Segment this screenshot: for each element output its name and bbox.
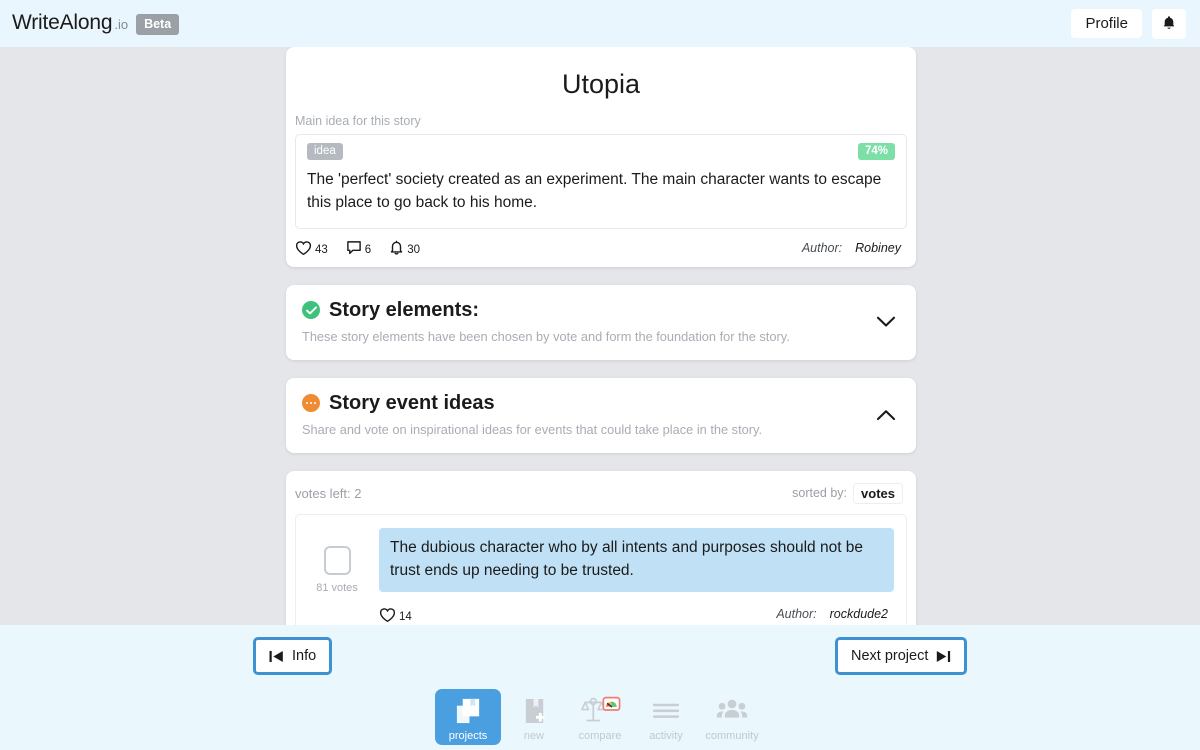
like-stat[interactable]: 43 xyxy=(295,240,328,256)
tab-activity[interactable]: activity xyxy=(633,689,699,745)
comment-stat[interactable]: 6 xyxy=(346,240,371,256)
brand-name: WriteAlong xyxy=(12,11,113,34)
main-idea-box[interactable]: idea 74% The 'perfect' society created a… xyxy=(295,134,907,229)
story-events-subtitle: Share and vote on inspirational ideas fo… xyxy=(302,421,763,437)
story-events-header: Story event ideas xyxy=(302,392,900,415)
story-elements-section[interactable]: Story elements: These story elements hav… xyxy=(286,284,916,360)
people-icon xyxy=(715,696,749,726)
tab-new[interactable]: new xyxy=(501,689,567,745)
event-idea-text: The dubious character who by all intents… xyxy=(379,527,894,592)
author-name[interactable]: Robiney xyxy=(849,238,907,257)
votes-left-label: votes left: 2 xyxy=(295,485,362,501)
heart-icon xyxy=(379,608,396,623)
heart-icon xyxy=(295,241,312,256)
votes-toolbar: votes left: 2 sorted by: votes xyxy=(286,471,916,514)
author-label: Author: xyxy=(801,240,843,255)
story-summary-card: Utopia Main idea for this story idea 74%… xyxy=(286,47,916,267)
top-bar: WriteAlong .io Beta Profile xyxy=(0,0,1200,47)
bell-icon xyxy=(1163,16,1175,29)
event-body: The dubious character who by all intents… xyxy=(379,527,894,623)
like-count: 43 xyxy=(315,244,328,256)
follow-count: 30 xyxy=(407,244,420,256)
skip-forward-icon xyxy=(937,650,951,662)
tab-new-label: new xyxy=(523,730,545,742)
list-item[interactable]: 81 votes The dubious character who by al… xyxy=(295,513,907,625)
story-events-section[interactable]: Story event ideas Share and vote on insp… xyxy=(286,377,916,453)
event-meta-row: 14 Author: rockdude2 xyxy=(379,605,894,623)
tab-projects-label: projects xyxy=(448,730,488,742)
sorted-by-value[interactable]: votes xyxy=(854,483,902,503)
story-author: Author: Robiney xyxy=(801,238,907,257)
page-title: Utopia xyxy=(561,69,641,99)
story-elements-title: Story elements: xyxy=(329,298,480,321)
idea-tag: idea xyxy=(307,143,343,160)
app-root: WriteAlong .io Beta Profile Utopia Main … xyxy=(0,0,1200,750)
tab-activity-label: activity xyxy=(649,730,683,742)
footer-nav-row: Info Next project xyxy=(0,625,1200,687)
chevron-down-icon[interactable] xyxy=(876,316,896,329)
lines-icon xyxy=(651,696,681,726)
follow-stat[interactable]: 30 xyxy=(389,239,420,256)
tab-projects[interactable]: projects xyxy=(435,689,501,745)
tab-compare-label: compare xyxy=(578,730,622,742)
vote-column: 81 votes xyxy=(308,528,366,624)
dots-circle-icon xyxy=(302,394,320,412)
content-column: Utopia Main idea for this story idea 74%… xyxy=(286,47,916,625)
vote-checkbox[interactable] xyxy=(323,545,351,575)
tab-compare[interactable]: compare xyxy=(567,689,633,745)
vote-count-label: 81 votes xyxy=(316,581,358,594)
brand-tld: .io xyxy=(114,17,129,32)
footer-bar: Info Next project projects new compare a… xyxy=(0,625,1200,750)
bottom-tab-bar: projects new compare activity community xyxy=(0,687,1200,745)
tab-community[interactable]: community xyxy=(699,689,765,745)
main-scroll-area[interactable]: Utopia Main idea for this story idea 74%… xyxy=(0,47,1200,625)
sort-control[interactable]: sorted by: votes xyxy=(792,483,902,503)
story-elements-subtitle: These story elements have been chosen by… xyxy=(302,328,790,344)
story-stats: 43 6 30 xyxy=(295,239,420,256)
profile-button[interactable]: Profile xyxy=(1071,9,1142,38)
book-plus-icon xyxy=(521,696,548,726)
brand-logo[interactable]: WriteAlong .io Beta xyxy=(12,11,180,36)
event-like-stat[interactable]: 14 xyxy=(379,607,412,623)
main-idea-header: idea 74% xyxy=(307,143,895,160)
story-events-title: Story event ideas xyxy=(329,391,495,414)
event-like-count: 14 xyxy=(399,611,412,623)
story-meta-row: 43 6 30 Author: Robiney xyxy=(286,229,916,257)
next-project-button[interactable]: Next project xyxy=(835,637,968,675)
bell-outline-icon xyxy=(391,240,403,255)
info-button-label: Info xyxy=(292,648,317,664)
event-author-label: Author: xyxy=(776,607,817,621)
idea-percent-badge: 74% xyxy=(857,143,895,160)
beta-badge: Beta xyxy=(136,14,180,35)
event-author-name[interactable]: rockdude2 xyxy=(823,605,894,623)
scales-gauge-icon xyxy=(579,696,621,726)
next-project-label: Next project xyxy=(851,648,929,664)
info-button[interactable]: Info xyxy=(253,637,333,675)
notifications-button[interactable] xyxy=(1152,8,1186,39)
event-author: Author: rockdude2 xyxy=(776,605,894,623)
book-icon xyxy=(454,696,483,726)
chevron-up-icon[interactable] xyxy=(876,409,896,422)
skip-back-icon xyxy=(269,650,283,662)
main-idea-text: The 'perfect' society created as an expe… xyxy=(307,171,882,212)
story-elements-header: Story elements: xyxy=(302,299,900,322)
top-bar-actions: Profile xyxy=(1071,8,1186,39)
comment-count: 6 xyxy=(364,244,372,256)
tab-community-label: community xyxy=(705,730,759,742)
sorted-by-label: sorted by: xyxy=(792,486,848,500)
check-circle-icon xyxy=(302,301,320,319)
main-idea-label: Main idea for this story xyxy=(295,114,421,128)
comment-icon xyxy=(346,241,361,255)
story-events-panel: votes left: 2 sorted by: votes 81 votes … xyxy=(286,470,916,625)
